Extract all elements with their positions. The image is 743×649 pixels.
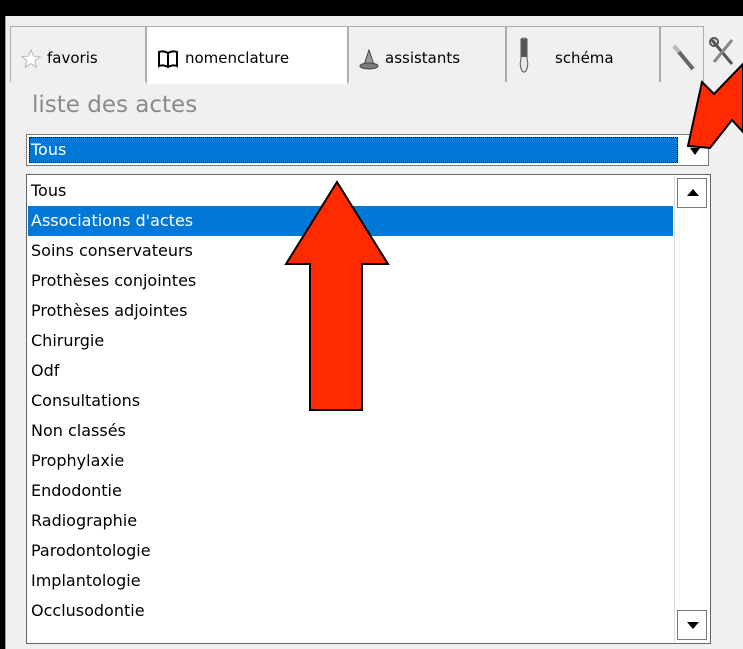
tab-bar: favoris nomenclature assistants schéma xyxy=(10,26,743,84)
wizard-hat-icon xyxy=(359,48,379,75)
list-item[interactable]: Parodontologie xyxy=(28,536,673,566)
list-item[interactable]: Prophylaxie xyxy=(28,446,673,476)
triangle-up-icon xyxy=(687,189,699,196)
annotation-arrow-up-icon xyxy=(284,180,390,411)
annotation-arrow-diagonal-icon xyxy=(686,62,743,150)
tab-nomenclature[interactable]: nomenclature xyxy=(146,26,348,84)
tab-label: assistants xyxy=(385,49,461,67)
list-item[interactable]: Endodontie xyxy=(28,476,673,506)
section-title: liste des actes xyxy=(32,92,198,118)
book-icon xyxy=(157,49,179,73)
tab-label: nomenclature xyxy=(185,49,290,67)
star-icon xyxy=(20,48,42,73)
tab-favoris[interactable]: favoris xyxy=(10,26,146,82)
scroll-down-button[interactable] xyxy=(677,610,707,640)
tab-label: favoris xyxy=(47,49,98,67)
list-item[interactable]: Non classés xyxy=(28,416,673,446)
list-item[interactable]: Radiographie xyxy=(28,506,673,536)
tooth-icon xyxy=(517,37,531,77)
scroll-up-button[interactable] xyxy=(677,178,707,208)
scroll-thumb[interactable] xyxy=(679,212,706,604)
triangle-down-icon xyxy=(687,622,699,629)
tab-label: schéma xyxy=(555,49,614,67)
list-item[interactable]: Implantologie xyxy=(28,566,673,596)
list-item[interactable]: Occlusodontie xyxy=(28,596,673,626)
scrollbar[interactable] xyxy=(674,176,709,642)
tab-schema[interactable]: schéma xyxy=(506,26,660,82)
tab-assistants[interactable]: assistants xyxy=(348,26,506,82)
combobox-selected-value: Tous xyxy=(29,137,678,163)
category-combobox[interactable]: Tous xyxy=(26,134,709,166)
